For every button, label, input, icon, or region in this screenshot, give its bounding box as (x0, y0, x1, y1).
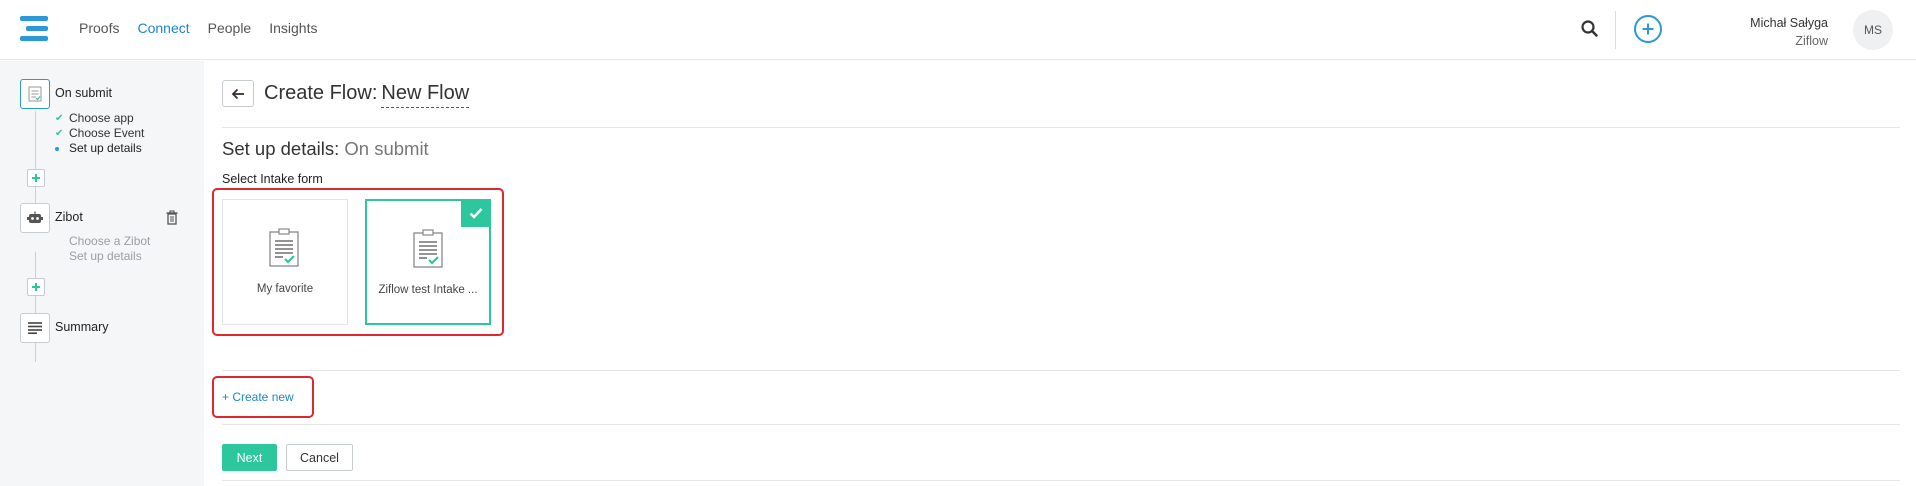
substep-choose-event[interactable]: ✔ Choose Event (55, 126, 144, 141)
add-icon[interactable] (1634, 15, 1662, 43)
add-step-button[interactable] (27, 169, 45, 187)
zibot-step-icon[interactable] (20, 203, 50, 233)
section-title: Set up details: On submit (222, 138, 429, 159)
back-button[interactable] (222, 80, 254, 107)
section-subtitle: On submit (344, 138, 429, 159)
divider (222, 127, 1900, 128)
next-button[interactable]: Next (222, 444, 277, 471)
intake-form-label: Ziflow test Intake ... (378, 284, 478, 296)
flow-steps-sidebar: On submit ✔ Choose app ✔ Choose Event Set … (0, 61, 204, 486)
substep-set-up-details[interactable]: Set up details (55, 141, 142, 156)
check-icon: ✔ (55, 113, 64, 124)
top-navigation-bar: Proofs Connect People Insights Michał Sa… (0, 0, 1916, 60)
summary-step-icon[interactable] (20, 313, 50, 343)
ziflow-logo-icon[interactable] (20, 16, 48, 42)
intake-form-card[interactable]: My favorite (222, 199, 348, 325)
page-title-label: Create Flow: (264, 82, 378, 104)
substep-choose-app[interactable]: ✔ Choose app (55, 111, 134, 126)
check-icon: ✔ (55, 128, 64, 139)
cancel-button[interactable]: Cancel (286, 444, 353, 471)
user-organization: Ziflow (1795, 34, 1828, 48)
divider (222, 480, 1900, 481)
user-info[interactable]: Michał Sałyga Ziflow (1750, 14, 1828, 50)
select-intake-form-label: Select Intake form (222, 172, 323, 186)
step-title-summary[interactable]: Summary (55, 320, 108, 334)
create-new-link[interactable]: + Create new (222, 390, 294, 404)
step-title-zibot[interactable]: Zibot (55, 210, 83, 224)
flow-name-editable[interactable]: New Flow (381, 82, 470, 108)
step-title-on-submit[interactable]: On submit (55, 86, 112, 100)
selected-check-icon (461, 199, 491, 227)
steps-rail (35, 252, 36, 362)
current-step-dot-icon (55, 146, 59, 151)
substep-choose-a-zibot[interactable]: Choose a Zibot (69, 234, 150, 249)
avatar[interactable]: MS (1853, 10, 1893, 50)
intake-form-label: My favorite (256, 283, 314, 295)
arrow-left-icon (231, 88, 244, 99)
intake-form-icon (413, 229, 443, 268)
trash-icon[interactable] (165, 210, 179, 226)
divider (222, 370, 1900, 371)
page-title: Create Flow: New Flow (264, 82, 470, 108)
nav-insights[interactable]: Insights (269, 20, 317, 36)
intake-form-icon (269, 228, 299, 267)
nav-people[interactable]: People (208, 20, 252, 36)
main-nav: Proofs Connect People Insights (79, 20, 317, 36)
user-name: Michał Sałyga (1750, 16, 1828, 30)
divider (222, 424, 1900, 425)
header-divider (1615, 11, 1616, 49)
nav-connect[interactable]: Connect (137, 20, 189, 36)
intake-form-card-selected[interactable]: Ziflow test Intake ... (365, 199, 491, 325)
substep-zibot-set-up-details[interactable]: Set up details (69, 249, 142, 264)
nav-proofs[interactable]: Proofs (79, 20, 119, 36)
add-step-button[interactable] (27, 278, 45, 296)
search-icon[interactable] (1580, 19, 1600, 39)
form-step-icon[interactable] (20, 79, 50, 109)
